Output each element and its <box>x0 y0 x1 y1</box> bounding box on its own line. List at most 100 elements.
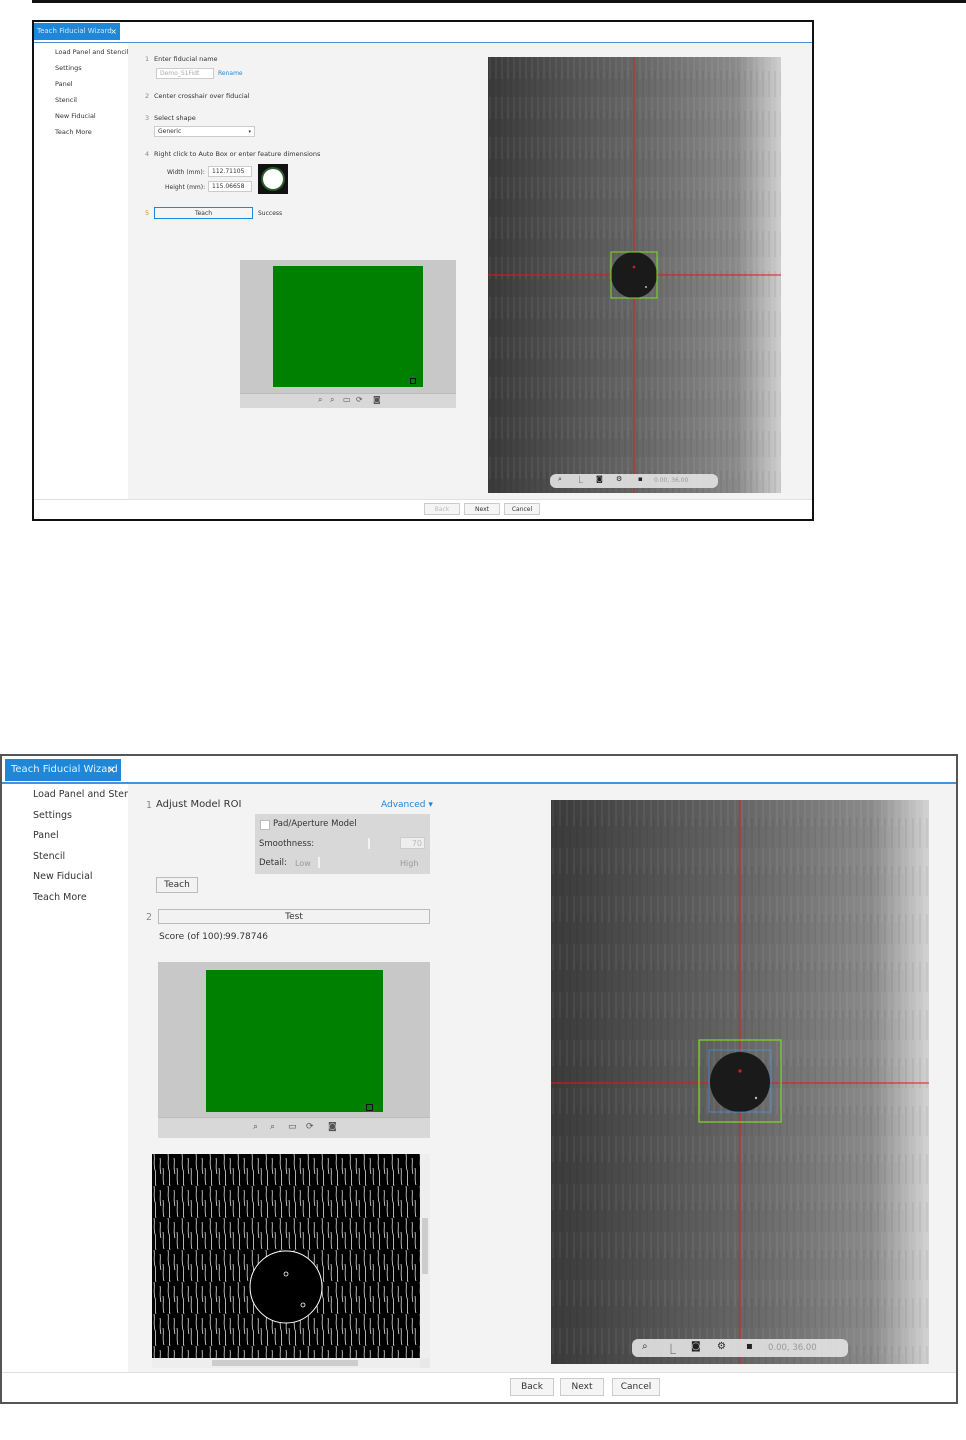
camera-icon[interactable]: ◙ <box>691 1341 701 1352</box>
wizard-content: 1 Enter fiducial name Demo_S1Fidt Rename… <box>128 43 812 499</box>
advanced-panel: Pad/Aperture Model Smoothness: 70 Detail… <box>255 814 430 874</box>
height-label: Height (mm): <box>165 184 206 191</box>
camera-view[interactable]: ⌕ ⎿ ◙ ⚙ ▪ 0.00, 36.00 <box>488 57 781 493</box>
coordinate-readout: 0.00, 36.00 <box>654 477 689 484</box>
sidebar-item-panel[interactable]: Panel <box>33 830 59 841</box>
sidebar-item-settings[interactable]: Settings <box>55 64 82 72</box>
close-icon[interactable]: × <box>107 759 116 781</box>
zoom-in-icon[interactable]: ⌕ <box>253 1122 258 1132</box>
crop-icon[interactable]: ⎿ <box>666 1341 676 1356</box>
score-label: Score (of 100): <box>159 932 226 942</box>
save-icon[interactable]: ▪ <box>638 475 643 483</box>
settings-icon[interactable]: ⚙ <box>717 1341 726 1352</box>
width-input[interactable]: 112.71105 <box>208 166 252 177</box>
sidebar-item-load-panel-and-stencil[interactable]: Load Panel and Stencil <box>33 789 140 800</box>
smoothness-input[interactable]: 70 <box>400 837 425 849</box>
zoom-icon[interactable]: ⌕ <box>642 1341 648 1352</box>
rotate-icon[interactable]: ⟳ <box>306 1122 314 1132</box>
detail-high-label: High <box>400 859 419 868</box>
zoom-icon[interactable]: ⌕ <box>558 475 562 484</box>
camera-view[interactable]: ⌕ ⎿ ◙ ⚙ ▪ 0.00, 36.00 <box>551 800 929 1364</box>
page-top-rule <box>32 0 966 3</box>
fiducial-name-input[interactable]: Demo_S1Fidt <box>156 68 214 79</box>
smoothness-slider[interactable] <box>368 838 370 849</box>
crop-icon[interactable]: ⎿ <box>576 475 583 485</box>
resize-handle[interactable] <box>410 378 416 384</box>
rename-link[interactable]: Rename <box>218 70 243 77</box>
advanced-dropdown[interactable]: Advanced ▾ <box>381 800 433 810</box>
step-label: Center crosshair over fiducial <box>154 92 250 100</box>
camera-icon[interactable]: ◙ <box>596 475 603 483</box>
teach-status: Success <box>258 210 283 217</box>
sidebar-item-teach-more[interactable]: Teach More <box>55 128 92 136</box>
sidebar-item-new-fiducial[interactable]: New Fiducial <box>55 112 96 120</box>
fit-icon[interactable]: ▭ <box>288 1122 297 1132</box>
sidebar-item-panel[interactable]: Panel <box>55 80 73 88</box>
camera-icon[interactable]: ◙ <box>373 395 381 404</box>
sidebar-item-stencil[interactable]: Stencil <box>33 851 65 862</box>
step-number: 4 <box>145 150 150 158</box>
detail-slider[interactable] <box>318 857 320 868</box>
model-image <box>273 266 423 387</box>
fit-icon[interactable]: ▭ <box>343 395 351 404</box>
wizard-window-bottom: Teach Fiducial Wizard × Load Panel and S… <box>0 754 958 1404</box>
next-button[interactable]: Next <box>560 1378 604 1396</box>
shape-select-value: Generic <box>158 128 182 135</box>
tab-teach-fiducial-wizard[interactable]: Teach Fiducial Wizard × <box>5 759 121 781</box>
step-number: 1 <box>146 800 153 811</box>
tab-bar: Teach Fiducial Wizard × <box>34 22 812 43</box>
zoom-out-icon[interactable]: ⌕ <box>330 395 334 405</box>
sidebar-item-load-panel-and-stencil[interactable]: Load Panel and Stencil <box>55 48 129 56</box>
shape-select[interactable]: Generic ▾ <box>154 126 255 137</box>
settings-icon[interactable]: ⚙ <box>616 475 622 483</box>
model-image <box>206 970 383 1112</box>
width-label: Width (mm): <box>167 169 205 176</box>
cancel-button[interactable]: Cancel <box>504 503 540 515</box>
sidebar-item-stencil[interactable]: Stencil <box>55 96 77 104</box>
resize-handle[interactable] <box>366 1104 373 1111</box>
cancel-button[interactable]: Cancel <box>612 1378 660 1396</box>
step-number: 2 <box>146 912 153 923</box>
back-button[interactable]: Back <box>424 503 460 515</box>
wizard-footer: Back Next Cancel <box>34 499 812 519</box>
sidebar-item-teach-more[interactable]: Teach More <box>33 892 87 903</box>
step-label: Right click to Auto Box or enter feature… <box>154 150 321 158</box>
score-value: 99.78746 <box>225 932 268 942</box>
camera-toolbar: ⌕ ⎿ ◙ ⚙ ▪ 0.00, 36.00 <box>632 1339 848 1357</box>
wizard-footer: Back Next Cancel <box>2 1372 956 1402</box>
wizard-content: 1 Adjust Model ROI Advanced ▾ Pad/Apertu… <box>128 784 956 1372</box>
step-label: Adjust Model ROI <box>156 799 242 810</box>
coordinate-readout: 0.00, 36.00 <box>768 1343 817 1353</box>
sidebar-item-settings[interactable]: Settings <box>33 810 72 821</box>
next-button[interactable]: Next <box>464 503 500 515</box>
height-input[interactable]: 115.06658 <box>208 181 252 192</box>
step-number: 1 <box>145 55 150 63</box>
zoom-out-icon[interactable]: ⌕ <box>270 1122 275 1132</box>
rotate-icon[interactable]: ⟳ <box>356 395 363 404</box>
camera-overlay <box>488 57 781 493</box>
teach-button[interactable]: Teach <box>154 207 253 219</box>
camera-overlay <box>551 800 929 1364</box>
pad-model-checkbox[interactable] <box>260 820 270 830</box>
save-icon[interactable]: ▪ <box>746 1341 753 1352</box>
back-button[interactable]: Back <box>510 1378 554 1396</box>
teach-button[interactable]: Teach <box>156 877 198 893</box>
step-label: Enter fiducial name <box>154 55 218 63</box>
tab-bar: Teach Fiducial Wizard × <box>2 756 956 784</box>
zoom-in-icon[interactable]: ⌕ <box>318 395 322 405</box>
model-preview: ⌕ ⌕ ▭ ⟳ ◙ <box>240 260 456 408</box>
tab-title: Teach Fiducial Wizard <box>11 764 118 775</box>
sidebar-item-new-fiducial[interactable]: New Fiducial <box>33 871 93 882</box>
model-preview: ⌕ ⌕ ▭ ⟳ ◙ <box>158 962 430 1138</box>
edge-map-view <box>152 1154 430 1368</box>
close-icon[interactable]: × <box>110 23 117 40</box>
horizontal-scrollbar[interactable] <box>152 1358 420 1368</box>
camera-icon[interactable]: ◙ <box>328 1122 337 1132</box>
step-number: 2 <box>145 92 150 100</box>
tab-teach-fiducial-wizard[interactable]: Teach Fiducial Wizard × <box>34 23 120 40</box>
vertical-scrollbar[interactable] <box>420 1154 430 1358</box>
chevron-down-icon: ▾ <box>248 129 251 135</box>
wizard-window-top: Teach Fiducial Wizard × Load Panel and S… <box>32 20 814 521</box>
test-button[interactable]: Test <box>158 909 430 924</box>
tab-title: Teach Fiducial Wizard <box>37 27 112 35</box>
